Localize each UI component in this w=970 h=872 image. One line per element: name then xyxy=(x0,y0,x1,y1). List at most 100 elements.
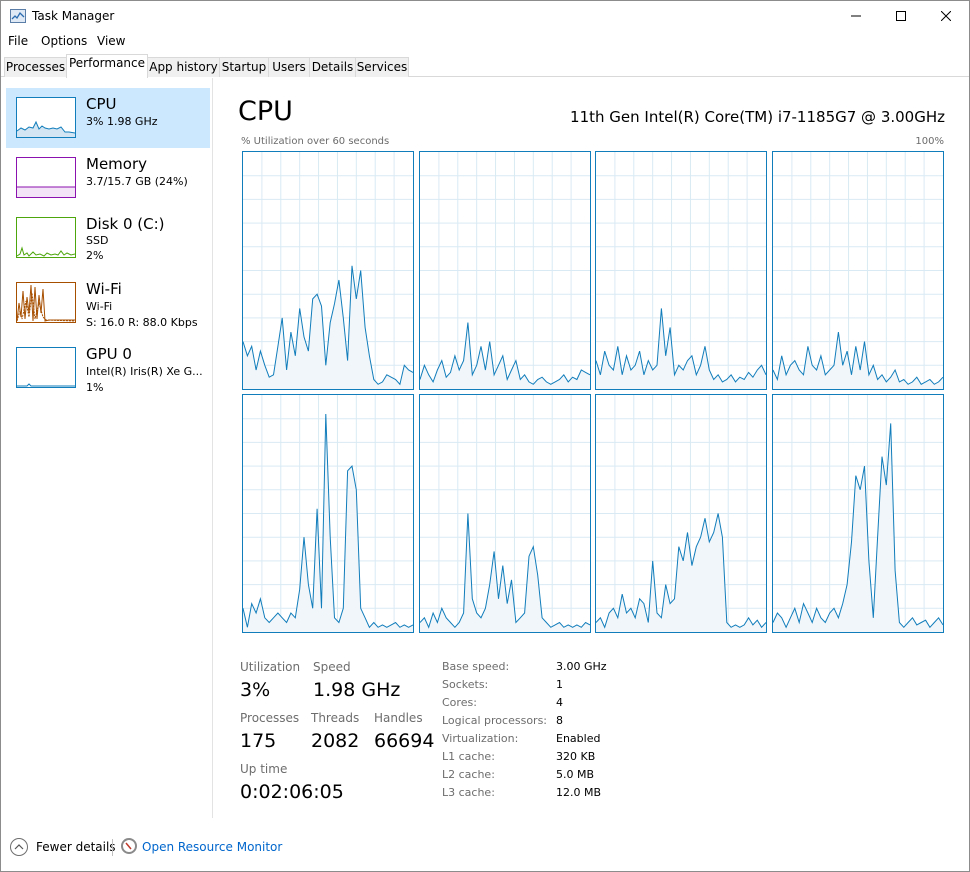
close-button[interactable] xyxy=(923,1,969,31)
open-resource-monitor-link[interactable]: Open Resource Monitor xyxy=(142,840,282,854)
resource-monitor-icon[interactable] xyxy=(121,838,137,854)
sidebar-cpu-title: CPU xyxy=(86,95,117,113)
sidebar-disk-type: SSD xyxy=(86,234,109,247)
processes-label: Processes xyxy=(240,711,300,725)
menu-bar: File Options View xyxy=(1,32,969,52)
speed-label: Speed xyxy=(313,660,351,674)
tab-startup[interactable]: Startup xyxy=(219,57,269,77)
utilization-caption: % Utilization over 60 seconds xyxy=(241,136,390,147)
maximize-icon xyxy=(896,11,906,21)
menu-file[interactable]: File xyxy=(8,34,28,48)
menu-view[interactable]: View xyxy=(97,34,125,48)
footer-divider xyxy=(112,839,113,856)
logical-processor-graph-5 xyxy=(418,394,591,633)
utilization-area-4 xyxy=(243,414,413,632)
spec-l3-cache-label: L3 cache: xyxy=(442,786,495,799)
maximize-button[interactable] xyxy=(878,1,924,31)
wifi-thumbnail-graph xyxy=(16,282,76,323)
disk-thumbnail-graph xyxy=(16,217,76,258)
sidebar-disk-title: Disk 0 (C:) xyxy=(86,215,165,233)
logical-processor-graph-1 xyxy=(418,151,591,390)
tab-users[interactable]: Users xyxy=(268,57,310,77)
cpu-thumbnail-graph xyxy=(16,97,76,138)
task-manager-icon xyxy=(10,9,26,23)
title-bar[interactable]: Task Manager xyxy=(1,1,969,31)
sidebar-gpu-title: GPU 0 xyxy=(86,345,132,363)
utilization-max-label: 100% xyxy=(915,136,944,147)
resource-sidebar: CPU 3% 1.98 GHz Memory 3.7/15.7 GB (24%)… xyxy=(1,78,213,818)
cpu-detail-panel: CPU 11th Gen Intel(R) Core(TM) i7-1185G7… xyxy=(214,78,969,818)
sidebar-gpu-model: Intel(R) Iris(R) Xe G... xyxy=(86,365,203,378)
sidebar-wifi-title: Wi-Fi xyxy=(86,280,122,298)
spec-cores-label: Cores: xyxy=(442,696,477,709)
gpu-thumbnail-graph xyxy=(16,347,76,388)
utilization-area-5 xyxy=(419,513,590,632)
spec-cores-value: 4 xyxy=(556,696,563,709)
tab-strip: Processes Performance App history Startu… xyxy=(1,54,969,78)
spec-l1-cache-value: 320 KB xyxy=(556,750,596,763)
threads-value: 2082 xyxy=(311,730,360,752)
tab-details[interactable]: Details xyxy=(309,57,356,77)
utilization-label: Utilization xyxy=(240,660,301,674)
chevron-up-icon[interactable] xyxy=(10,838,28,856)
utilization-area-0 xyxy=(243,265,413,389)
logical-processor-graph-7 xyxy=(771,394,944,633)
sidebar-gpu-usage: 1% xyxy=(86,381,104,394)
page-title: CPU xyxy=(238,96,293,127)
utilization-value: 3% xyxy=(240,679,271,701)
uptime-label: Up time xyxy=(240,762,288,776)
tab-processes[interactable]: Processes xyxy=(4,57,67,77)
close-icon xyxy=(941,11,951,21)
sidebar-disk-usage: 2% xyxy=(86,249,104,262)
sidebar-item-cpu[interactable]: CPU 3% 1.98 GHz xyxy=(6,88,210,148)
spec-base-speed-label: Base speed: xyxy=(442,660,510,673)
threads-label: Threads xyxy=(311,711,360,725)
spec-virtualization-value: Enabled xyxy=(556,732,601,745)
spec-virtualization-label: Virtualization: xyxy=(442,732,519,745)
sidebar-memory-detail: 3.7/15.7 GB (24%) xyxy=(86,175,188,188)
utilization-area-7 xyxy=(772,423,943,632)
utilization-area-6 xyxy=(596,513,766,632)
tab-app-history[interactable]: App history xyxy=(147,57,220,77)
spec-base-speed-value: 3.00 GHz xyxy=(556,660,607,673)
sidebar-item-disk[interactable]: Disk 0 (C:) SSD 2% xyxy=(6,208,210,268)
sidebar-wifi-throughput: S: 16.0 R: 88.0 Kbps xyxy=(86,316,198,329)
spec-sockets-value: 1 xyxy=(556,678,563,691)
sidebar-item-memory[interactable]: Memory 3.7/15.7 GB (24%) xyxy=(6,148,210,208)
tab-performance[interactable]: Performance xyxy=(66,54,148,78)
logical-processor-graph-6 xyxy=(595,394,767,633)
fewer-details-button[interactable]: Fewer details xyxy=(36,840,116,854)
footer-bar: Fewer details Open Resource Monitor xyxy=(1,831,969,865)
utilization-area-2 xyxy=(596,308,766,389)
sidebar-memory-title: Memory xyxy=(86,155,148,173)
processes-value: 175 xyxy=(240,730,277,752)
spec-logical-processors-label: Logical processors: xyxy=(442,714,548,727)
spec-sockets-label: Sockets: xyxy=(442,678,489,691)
logical-processor-graph-4 xyxy=(242,394,414,633)
sidebar-item-gpu[interactable]: GPU 0 Intel(R) Iris(R) Xe G... 1% xyxy=(6,338,210,398)
window-title: Task Manager xyxy=(32,9,115,23)
cpu-model-name: 11th Gen Intel(R) Core(TM) i7-1185G7 @ 3… xyxy=(570,108,945,126)
sidebar-cpu-detail: 3% 1.98 GHz xyxy=(86,115,158,128)
uptime-value: 0:02:06:05 xyxy=(240,781,344,803)
logical-processor-graph-2 xyxy=(595,151,767,390)
tab-services[interactable]: Services xyxy=(355,57,409,77)
speed-value: 1.98 GHz xyxy=(313,679,401,701)
spec-l2-cache-label: L2 cache: xyxy=(442,768,495,781)
spec-l1-cache-label: L1 cache: xyxy=(442,750,495,763)
spec-l3-cache-value: 12.0 MB xyxy=(556,786,602,799)
memory-thumbnail-graph xyxy=(16,157,76,198)
handles-value: 66694 xyxy=(374,730,435,752)
task-manager-window: Task Manager File Options View Processes… xyxy=(0,0,970,872)
utilization-area-1 xyxy=(419,322,590,389)
logical-processor-graph-3 xyxy=(771,151,944,390)
menu-options[interactable]: Options xyxy=(41,34,87,48)
logical-processor-graph-0 xyxy=(242,151,414,390)
spec-logical-processors-value: 8 xyxy=(556,714,563,727)
sidebar-wifi-adapter: Wi-Fi xyxy=(86,300,113,313)
sidebar-item-wifi[interactable]: Wi-Fi Wi-Fi S: 16.0 R: 88.0 Kbps xyxy=(6,273,210,333)
handles-label: Handles xyxy=(374,711,423,725)
spec-l2-cache-value: 5.0 MB xyxy=(556,768,595,781)
minimize-icon xyxy=(851,15,861,17)
minimize-button[interactable] xyxy=(833,1,879,31)
